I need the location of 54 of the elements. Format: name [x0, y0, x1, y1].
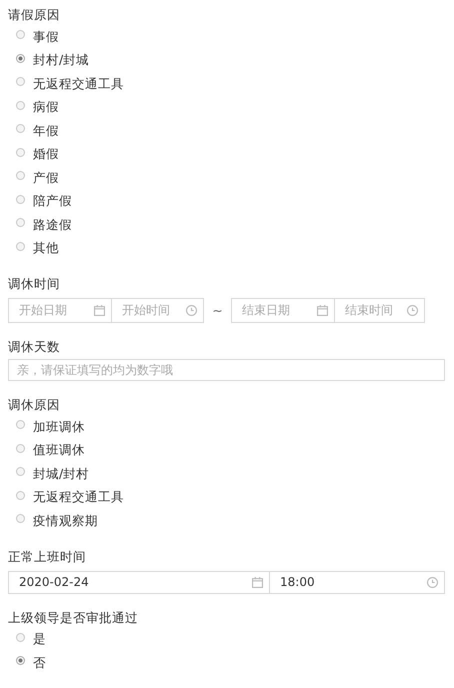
radio-button[interactable]: [16, 54, 25, 63]
radio-button[interactable]: [16, 242, 25, 251]
time-field[interactable]: 开始时间: [112, 298, 204, 323]
radio-button[interactable]: [16, 77, 25, 86]
calendar-icon: [252, 576, 263, 588]
option-label: 婚假: [33, 145, 59, 164]
radio-button[interactable]: [16, 514, 25, 524]
option-label: 其他: [33, 239, 59, 258]
option-label: 是: [33, 630, 46, 648]
radio-button[interactable]: [16, 444, 25, 453]
radio-button[interactable]: [16, 124, 25, 134]
option-label: 路途假: [33, 216, 72, 234]
clock-icon: [186, 305, 197, 316]
field-label: 调休天数: [8, 338, 60, 356]
radio-button[interactable]: [16, 218, 25, 228]
date-field[interactable]: 开始日期: [8, 298, 112, 323]
field-label: 调休原因: [8, 396, 60, 414]
radio-button[interactable]: [16, 632, 25, 642]
clock-icon: [407, 305, 418, 316]
field-label: 上级领导是否审批通过: [8, 608, 138, 626]
radio-button[interactable]: [16, 420, 25, 430]
field-label: 正常上班时间: [8, 548, 86, 566]
option-label: 无返程交通工具: [33, 488, 124, 506]
date-field[interactable]: 2020-02-24: [8, 570, 270, 594]
radio-button[interactable]: [16, 148, 25, 157]
option-label: 年假: [33, 122, 59, 140]
option-label: 无返程交通工具: [33, 74, 124, 93]
input-field[interactable]: 亲，请保证填写的均为数字哦: [8, 359, 445, 381]
calendar-icon: [94, 305, 105, 316]
clock-icon: [427, 576, 438, 588]
option-label: 加班调休: [33, 418, 85, 436]
time-field[interactable]: 18:00: [270, 570, 445, 594]
calendar-icon: [317, 305, 328, 316]
field-label: 调休时间: [8, 275, 60, 293]
radio-button[interactable]: [16, 100, 25, 110]
option-label: 产假: [33, 168, 59, 187]
option-label: 否: [33, 654, 46, 672]
radio-button[interactable]: [16, 656, 25, 666]
radio-button[interactable]: [16, 171, 25, 180]
option-label: 陪产假: [33, 192, 72, 210]
date-field[interactable]: 结束日期: [231, 298, 335, 323]
field-label: 请假原因: [8, 6, 60, 24]
option-label: 封城/封村: [33, 464, 90, 483]
radio-button[interactable]: [16, 467, 25, 476]
option-label: 病假: [33, 98, 59, 116]
option-label: 疫情观察期: [33, 512, 98, 530]
time-field[interactable]: 结束时间: [335, 298, 425, 323]
radio-button[interactable]: [16, 194, 25, 204]
range-separator: ~: [211, 303, 224, 318]
option-label: 值班调休: [33, 441, 85, 460]
radio-button[interactable]: [16, 490, 25, 500]
option-label: 封村/封城: [33, 51, 90, 70]
option-label: 事假: [33, 28, 59, 46]
radio-button[interactable]: [16, 30, 25, 40]
